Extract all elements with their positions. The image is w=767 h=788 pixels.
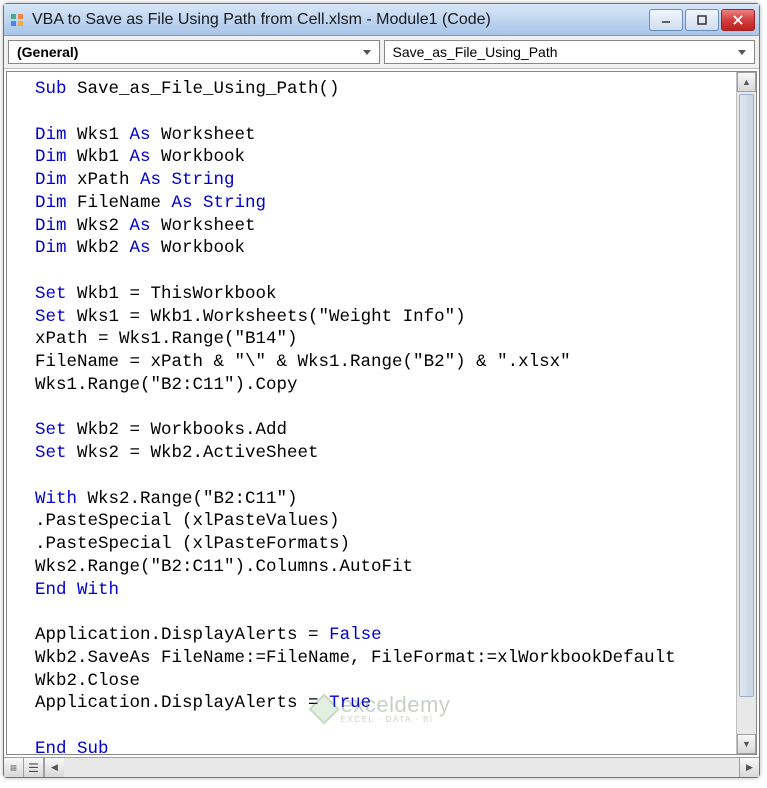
dropdown-bar: (General) Save_as_File_Using_Path <box>4 36 759 69</box>
app-icon <box>8 11 26 29</box>
object-dropdown[interactable]: (General) <box>8 40 380 64</box>
full-module-view-button[interactable]: ☰ <box>24 758 44 777</box>
scroll-down-button[interactable]: ▼ <box>737 734 756 754</box>
hscroll-track[interactable] <box>64 758 739 777</box>
scroll-left-button[interactable]: ◀ <box>44 758 64 777</box>
minimize-button[interactable] <box>649 9 683 31</box>
vertical-scrollbar: ▲ ▼ <box>736 72 756 754</box>
maximize-button[interactable] <box>685 9 719 31</box>
procedure-view-button[interactable]: ≡ <box>4 758 24 777</box>
scroll-track[interactable] <box>737 92 756 734</box>
bottom-bar: ≡ ☰ ◀ ▶ <box>4 757 759 777</box>
titlebar[interactable]: VBA to Save as File Using Path from Cell… <box>4 4 759 36</box>
procedure-dropdown[interactable]: Save_as_File_Using_Path <box>384 40 756 64</box>
window-controls <box>649 9 755 31</box>
code-editor[interactable]: Sub Save_as_File_Using_Path() Dim Wks1 A… <box>7 72 736 754</box>
code-area: Sub Save_as_File_Using_Path() Dim Wks1 A… <box>6 71 757 755</box>
view-buttons: ≡ ☰ <box>4 758 44 777</box>
close-button[interactable] <box>721 9 755 31</box>
scroll-thumb[interactable] <box>739 94 754 697</box>
object-dropdown-value: (General) <box>17 44 78 60</box>
scroll-right-button[interactable]: ▶ <box>739 758 759 777</box>
code-window: VBA to Save as File Using Path from Cell… <box>3 3 760 778</box>
scroll-up-button[interactable]: ▲ <box>737 72 756 92</box>
procedure-dropdown-value: Save_as_File_Using_Path <box>393 44 558 60</box>
window-title: VBA to Save as File Using Path from Cell… <box>32 11 649 29</box>
